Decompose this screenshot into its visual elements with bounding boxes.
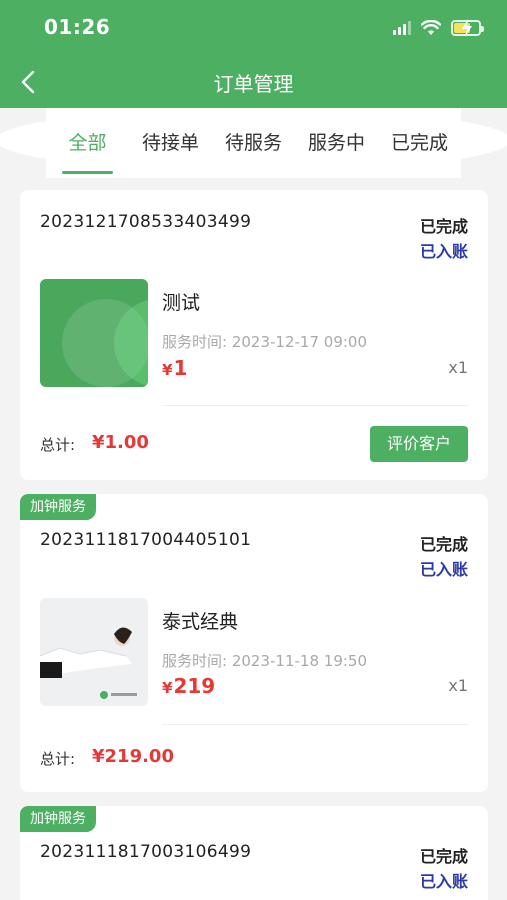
product-name: 测试 — [162, 292, 201, 314]
quantity: x1 — [448, 676, 468, 695]
product-thumbnail — [40, 279, 148, 387]
wifi-icon — [421, 20, 441, 35]
review-customer-button[interactable]: 评价客户 — [370, 426, 468, 462]
product-thumbnail — [40, 598, 148, 706]
service-time: 服务时间: 2023-12-17 09:00 — [162, 333, 368, 351]
tab-all[interactable]: 全部 — [46, 108, 129, 178]
add-time-service-badge: 加钟服务 — [20, 806, 96, 832]
service-time: 服务时间: 2023-11-18 19:50 — [162, 652, 368, 670]
divider — [162, 724, 468, 725]
product-name: 泰式经典 — [162, 611, 239, 633]
order-tabs-area: 全部 待接单 待服务 服务中 已完成 — [0, 108, 507, 180]
quantity: x1 — [448, 358, 468, 377]
tab-completed[interactable]: 已完成 — [378, 108, 461, 178]
app-header: 01:26 订单管理 — [0, 0, 507, 108]
product-price: ¥1 — [162, 356, 188, 380]
order-card[interactable]: 加钟服务 2023111817004405101 已完成 已入账 泰式经典 服务… — [20, 494, 488, 792]
total-label: 总计: — [40, 436, 76, 454]
status-icons — [393, 18, 484, 38]
order-status: 已完成 — [419, 217, 468, 236]
tab-pending-accept[interactable]: 待接单 — [129, 108, 212, 178]
settlement-status: 已入账 — [419, 560, 468, 579]
page-title: 订单管理 — [213, 72, 294, 96]
order-card[interactable]: 2023121708533403499 已完成 已入账 测试 服务时间: 202… — [20, 190, 488, 480]
tab-in-service[interactable]: 服务中 — [295, 108, 378, 178]
status-time: 01:26 — [44, 15, 111, 39]
signal-icon — [393, 21, 411, 35]
product-price: ¥219 — [162, 674, 216, 698]
order-number: 2023111817004405101 — [40, 530, 252, 550]
order-status: 已完成 — [419, 847, 468, 866]
settlement-status: 已入账 — [419, 242, 468, 261]
total-amount: ¥219.00 — [92, 746, 174, 767]
add-time-service-badge: 加钟服务 — [20, 494, 96, 520]
battery-charging-icon — [451, 19, 484, 37]
order-number: 2023111817003106499 — [40, 842, 252, 862]
order-tabs: 全部 待接单 待服务 服务中 已完成 — [46, 108, 461, 178]
total-label: 总计: — [40, 750, 76, 768]
settlement-status: 已入账 — [419, 872, 468, 891]
order-status: 已完成 — [419, 535, 468, 554]
tab-pending-service[interactable]: 待服务 — [212, 108, 295, 178]
order-card[interactable]: 加钟服务 2023111817003106499 已完成 已入账 — [20, 806, 488, 900]
divider — [162, 405, 468, 406]
order-number: 2023121708533403499 — [40, 212, 252, 232]
status-bar: 01:26 — [0, 0, 507, 56]
total-amount: ¥1.00 — [92, 432, 149, 453]
